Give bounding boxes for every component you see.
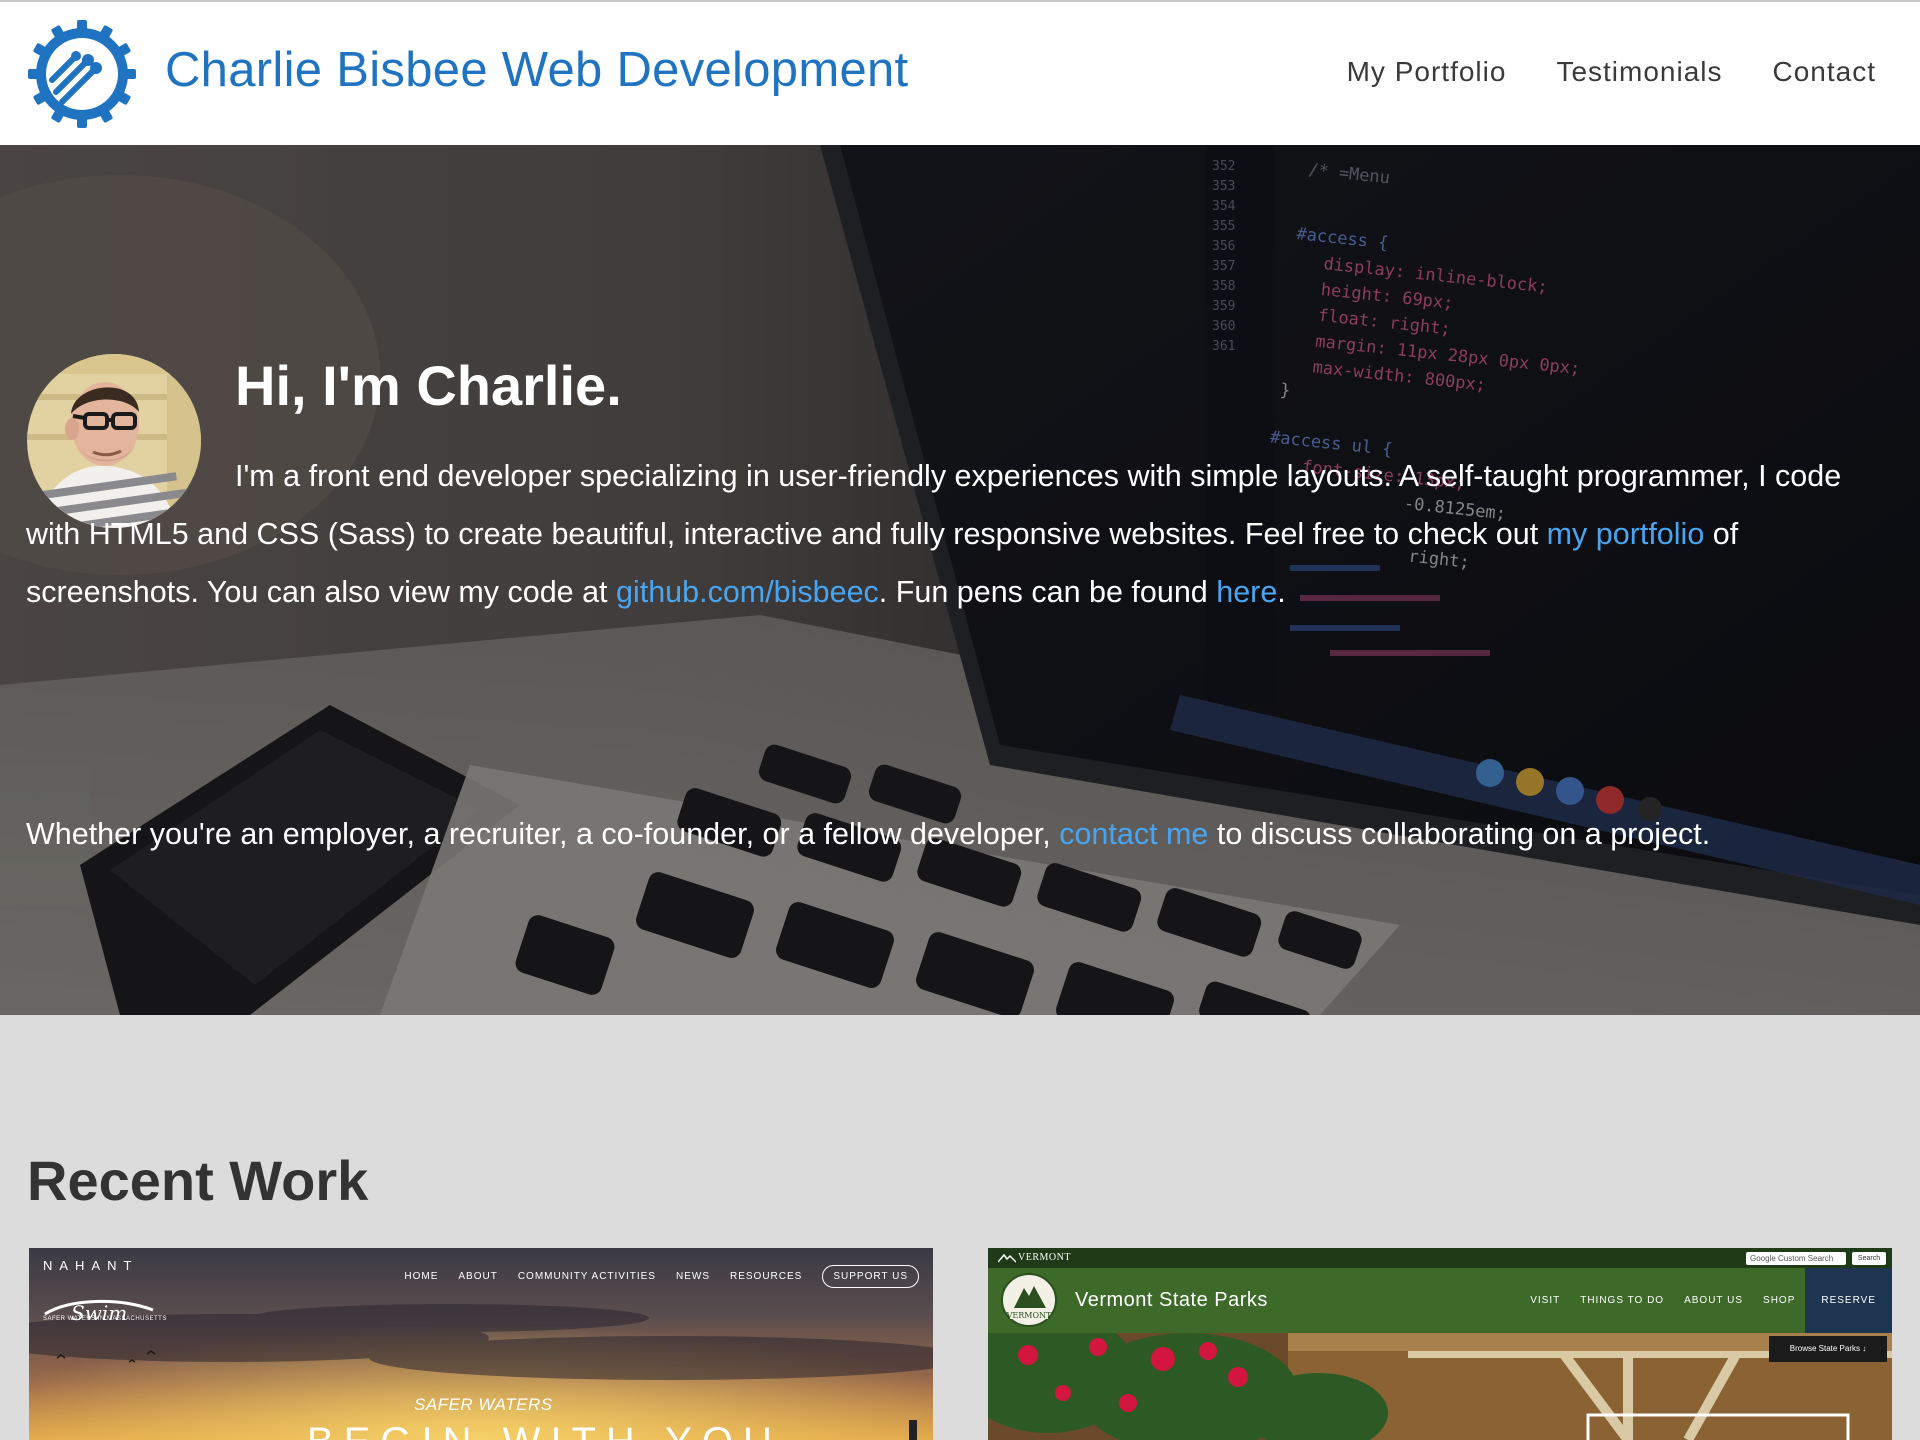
portfolio-card-nahant[interactable]: NAHANT Swim SAFER WATERS IN MASSACHUSETT… [29, 1248, 933, 1440]
nahant-tagline: SAFER WATERS IN MASSACHUSETTS [43, 1316, 167, 1322]
contact-text: to discuss collaborating on a project. [1208, 817, 1711, 851]
nahant-support-button: SUPPORT US [822, 1265, 919, 1288]
vermont-browse-button: Browse State Parks ↓ [1769, 1336, 1887, 1362]
hero-contact-paragraph: Whether you're an employer, a recruiter,… [26, 805, 1886, 863]
vermont-nav-things-to-do: THINGS TO DO [1580, 1295, 1665, 1306]
contact-text: Whether you're an employer, a recruiter,… [26, 817, 1060, 851]
vermont-nav-visit: VISIT [1530, 1295, 1561, 1306]
nahant-nav-community: COMMUNITY ACTIVITIES [517, 1271, 656, 1282]
intro-text: . Fun pens can be found [878, 575, 1217, 609]
nahant-brand: NAHANT [43, 1258, 139, 1273]
nahant-nav-about: ABOUT [458, 1271, 498, 1282]
vermont-browse-label: Browse State Parks [1789, 1344, 1860, 1353]
hero-heading: Hi, I'm Charlie. [235, 354, 622, 417]
vermont-emblem-text: VERMONT [1006, 1311, 1052, 1320]
vermont-top-label: VERMONT [1018, 1252, 1071, 1263]
vermont-parks-emblem-icon: VERMONT [1001, 1273, 1057, 1327]
vermont-nav-about-us: ABOUT US [1684, 1295, 1744, 1306]
site-title[interactable]: Charlie Bisbee Web Development [165, 42, 908, 98]
portfolio-card-vermont[interactable]: VERMONT Google Custom Search Search VERM… [988, 1248, 1892, 1440]
gear-circuit-logo-icon[interactable] [28, 20, 136, 128]
intro-text: . [1277, 575, 1286, 609]
vermont-photo [988, 1333, 1892, 1440]
nahant-nav-news: NEWS [675, 1271, 710, 1282]
nahant-nav-home: HOME [404, 1271, 439, 1282]
my-portfolio-link[interactable]: my portfolio [1547, 517, 1705, 551]
nav-testimonials[interactable]: Testimonials [1556, 56, 1722, 88]
github-link[interactable]: github.com/bisbeec [616, 575, 879, 609]
vermont-nav: VISIT THINGS TO DO ABOUT US SHOP RESERVE [1520, 1268, 1892, 1333]
vermont-mountain-icon [998, 1253, 1016, 1263]
hero-intro-paragraph: I'm a front end developer specializing i… [26, 447, 1886, 621]
vermont-title: Vermont State Parks [1075, 1289, 1268, 1311]
vermont-nav-reserve: RESERVE [1805, 1268, 1892, 1333]
site-header: Charlie Bisbee Web Development My Portfo… [0, 2, 1920, 145]
main-nav: My Portfolio Testimonials Contact [1347, 56, 1876, 88]
contact-me-link[interactable]: contact me [1059, 817, 1208, 851]
vermont-nav-shop: SHOP [1763, 1295, 1796, 1306]
nahant-nav: HOME ABOUT COMMUNITY ACTIVITIES NEWS RES… [404, 1265, 919, 1288]
hero-section: 352 353 354 355 356 357 358 359 360 361 … [0, 145, 1920, 1015]
recent-work-heading: Recent Work [27, 1149, 369, 1212]
vermont-search-input: Google Custom Search [1746, 1252, 1846, 1265]
vermont-search-button: Search [1852, 1252, 1886, 1265]
swim-logo-icon: Swim [44, 1299, 154, 1325]
nav-my-portfolio[interactable]: My Portfolio [1347, 56, 1507, 88]
nahant-headline: BEGIN WITH YOU [307, 1420, 782, 1440]
nahant-subheading: SAFER WATERS [414, 1395, 553, 1414]
nav-contact[interactable]: Contact [1773, 56, 1877, 88]
pens-link[interactable]: here [1216, 575, 1277, 609]
nahant-nav-resources: RESOURCES [729, 1271, 803, 1282]
